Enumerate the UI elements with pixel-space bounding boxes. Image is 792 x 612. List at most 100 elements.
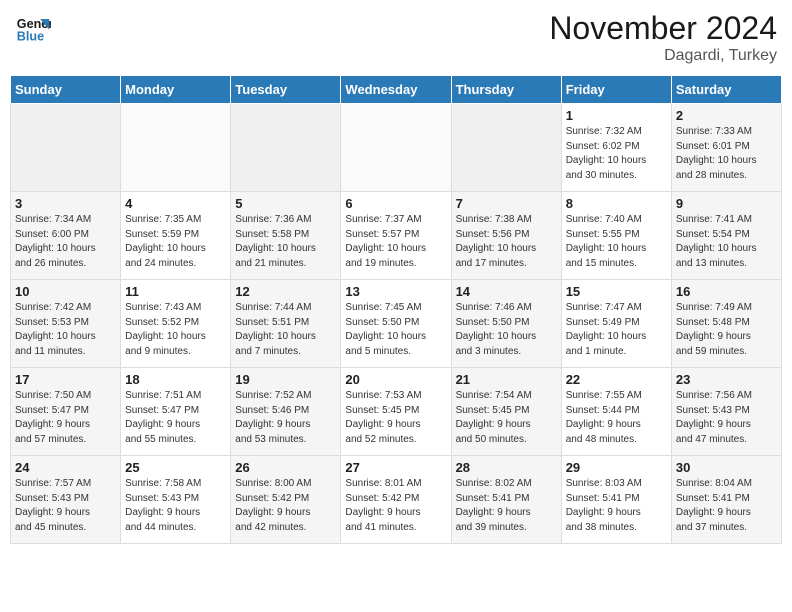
location: Dagardi, Turkey: [549, 47, 777, 65]
calendar-cell: 12 Sunrise: 7:44 AM Sunset: 5:51 PM Dayli…: [231, 280, 341, 368]
day-number: 10: [15, 284, 116, 299]
day-info: Sunrise: 7:40 AM Sunset: 5:55 PM Dayligh…: [566, 214, 647, 269]
day-info: Sunrise: 7:46 AM Sunset: 5:50 PM Dayligh…: [456, 302, 537, 357]
calendar-cell: 11 Sunrise: 7:43 AM Sunset: 5:52 PM Dayli…: [121, 280, 231, 368]
calendar-cell: [341, 104, 451, 192]
day-info: Sunrise: 7:58 AM Sunset: 5:43 PM Dayligh…: [125, 478, 201, 533]
week-row-1: 1 Sunrise: 7:32 AM Sunset: 6:02 PM Daylig…: [11, 104, 782, 192]
day-number: 1: [566, 108, 667, 123]
day-info: Sunrise: 7:41 AM Sunset: 5:54 PM Dayligh…: [676, 214, 757, 269]
calendar-cell: 20Sunrise: 7:53 AM Sunset: 5:45 PM Dayli…: [341, 368, 451, 456]
day-info: Sunrise: 7:44 AM Sunset: 5:51 PM Dayligh…: [235, 302, 316, 357]
calendar-cell: 26Sunrise: 8:00 AM Sunset: 5:42 PM Dayli…: [231, 456, 341, 544]
day-number: 6: [345, 196, 446, 211]
weekday-header-thursday: Thursday: [451, 76, 561, 104]
svg-text:Blue: Blue: [17, 30, 44, 44]
day-info: Sunrise: 7:56 AM Sunset: 5:43 PM Dayligh…: [676, 390, 752, 445]
day-info: Sunrise: 7:42 AM Sunset: 5:53 PM Dayligh…: [15, 302, 96, 357]
day-info: Sunrise: 7:49 AM Sunset: 5:48 PM Dayligh…: [676, 302, 752, 357]
week-row-5: 24Sunrise: 7:57 AM Sunset: 5:43 PM Dayli…: [11, 456, 782, 544]
day-number: 4: [125, 196, 226, 211]
day-info: Sunrise: 7:43 AM Sunset: 5:52 PM Dayligh…: [125, 302, 206, 357]
day-number: 25: [125, 460, 226, 475]
page-header: General Blue November 2024 Dagardi, Turk…: [10, 10, 782, 65]
day-info: Sunrise: 7:47 AM Sunset: 5:49 PM Dayligh…: [566, 302, 647, 357]
calendar-cell: 28 Sunrise: 8:02 AM Sunset: 5:41 PM Dayli…: [451, 456, 561, 544]
weekday-header-sunday: Sunday: [11, 76, 121, 104]
day-number: 8: [566, 196, 667, 211]
calendar-cell: [231, 104, 341, 192]
calendar-cell: 25 Sunrise: 7:58 AM Sunset: 5:43 PM Dayli…: [121, 456, 231, 544]
calendar-cell: 15 Sunrise: 7:47 AM Sunset: 5:49 PM Dayli…: [561, 280, 671, 368]
day-number: 9: [676, 196, 777, 211]
day-number: 17: [15, 372, 116, 387]
calendar-cell: 18Sunrise: 7:51 AM Sunset: 5:47 PM Dayli…: [121, 368, 231, 456]
day-number: 7: [456, 196, 557, 211]
calendar-cell: 22Sunrise: 7:55 AM Sunset: 5:44 PM Dayli…: [561, 368, 671, 456]
calendar-cell: 27Sunrise: 8:01 AM Sunset: 5:42 PM Dayli…: [341, 456, 451, 544]
weekday-header-wednesday: Wednesday: [341, 76, 451, 104]
day-number: 14: [456, 284, 557, 299]
day-number: 13: [345, 284, 446, 299]
calendar-cell: 14 Sunrise: 7:46 AM Sunset: 5:50 PM Dayli…: [451, 280, 561, 368]
day-info: Sunrise: 7:45 AM Sunset: 5:50 PM Dayligh…: [345, 302, 426, 357]
weekday-header-monday: Monday: [121, 76, 231, 104]
day-info: Sunrise: 8:02 AM Sunset: 5:41 PM Dayligh…: [456, 478, 532, 533]
calendar-cell: [451, 104, 561, 192]
day-number: 23: [676, 372, 777, 387]
calendar-cell: 23 Sunrise: 7:56 AM Sunset: 5:43 PM Dayli…: [671, 368, 781, 456]
calendar-cell: 13 Sunrise: 7:45 AM Sunset: 5:50 PM Dayli…: [341, 280, 451, 368]
calendar-cell: 1 Sunrise: 7:32 AM Sunset: 6:02 PM Daylig…: [561, 104, 671, 192]
calendar-cell: 8 Sunrise: 7:40 AM Sunset: 5:55 PM Daylig…: [561, 192, 671, 280]
day-number: 24: [15, 460, 116, 475]
calendar-cell: 7 Sunrise: 7:38 AM Sunset: 5:56 PM Daylig…: [451, 192, 561, 280]
day-number: 30: [676, 460, 777, 475]
day-number: 16: [676, 284, 777, 299]
weekday-header-friday: Friday: [561, 76, 671, 104]
day-info: Sunrise: 7:38 AM Sunset: 5:56 PM Dayligh…: [456, 214, 537, 269]
day-number: 3: [15, 196, 116, 211]
calendar-cell: 21 Sunrise: 7:54 AM Sunset: 5:45 PM Dayli…: [451, 368, 561, 456]
day-info: Sunrise: 8:03 AM Sunset: 5:41 PM Dayligh…: [566, 478, 642, 533]
day-info: Sunrise: 8:00 AM Sunset: 5:42 PM Dayligh…: [235, 478, 311, 533]
weekday-header-row: SundayMondayTuesdayWednesdayThursdayFrid…: [11, 76, 782, 104]
day-number: 27: [345, 460, 446, 475]
day-info: Sunrise: 7:55 AM Sunset: 5:44 PM Dayligh…: [566, 390, 642, 445]
calendar-cell: 9 Sunrise: 7:41 AM Sunset: 5:54 PM Daylig…: [671, 192, 781, 280]
calendar-cell: 19Sunrise: 7:52 AM Sunset: 5:46 PM Dayli…: [231, 368, 341, 456]
title-section: November 2024 Dagardi, Turkey: [549, 10, 777, 65]
day-info: Sunrise: 7:54 AM Sunset: 5:45 PM Dayligh…: [456, 390, 532, 445]
day-info: Sunrise: 7:35 AM Sunset: 5:59 PM Dayligh…: [125, 214, 206, 269]
logo-icon: General Blue: [15, 10, 51, 46]
calendar-cell: 4 Sunrise: 7:35 AM Sunset: 5:59 PM Daylig…: [121, 192, 231, 280]
calendar-cell: 24Sunrise: 7:57 AM Sunset: 5:43 PM Dayli…: [11, 456, 121, 544]
day-number: 29: [566, 460, 667, 475]
day-number: 28: [456, 460, 557, 475]
calendar-cell: 6Sunrise: 7:37 AM Sunset: 5:57 PM Daylig…: [341, 192, 451, 280]
day-info: Sunrise: 7:50 AM Sunset: 5:47 PM Dayligh…: [15, 390, 91, 445]
calendar-cell: 10 Sunrise: 7:42 AM Sunset: 5:53 PM Dayli…: [11, 280, 121, 368]
day-number: 20: [345, 372, 446, 387]
day-info: Sunrise: 7:33 AM Sunset: 6:01 PM Dayligh…: [676, 126, 757, 181]
week-row-2: 3 Sunrise: 7:34 AM Sunset: 6:00 PM Daylig…: [11, 192, 782, 280]
calendar-cell: 29 Sunrise: 8:03 AM Sunset: 5:41 PM Dayli…: [561, 456, 671, 544]
week-row-4: 17 Sunrise: 7:50 AM Sunset: 5:47 PM Dayli…: [11, 368, 782, 456]
day-number: 5: [235, 196, 336, 211]
calendar-table: SundayMondayTuesdayWednesdayThursdayFrid…: [10, 75, 782, 544]
day-info: Sunrise: 7:32 AM Sunset: 6:02 PM Dayligh…: [566, 126, 647, 181]
month-title: November 2024: [549, 10, 777, 47]
day-number: 21: [456, 372, 557, 387]
day-info: Sunrise: 7:36 AM Sunset: 5:58 PM Dayligh…: [235, 214, 316, 269]
day-number: 2: [676, 108, 777, 123]
weekday-header-saturday: Saturday: [671, 76, 781, 104]
day-info: Sunrise: 7:51 AM Sunset: 5:47 PM Dayligh…: [125, 390, 201, 445]
day-number: 15: [566, 284, 667, 299]
day-number: 11: [125, 284, 226, 299]
day-number: 12: [235, 284, 336, 299]
day-info: Sunrise: 7:34 AM Sunset: 6:00 PM Dayligh…: [15, 214, 96, 269]
weekday-header-tuesday: Tuesday: [231, 76, 341, 104]
calendar-cell: [121, 104, 231, 192]
day-info: Sunrise: 8:04 AM Sunset: 5:41 PM Dayligh…: [676, 478, 752, 533]
calendar-cell: 5 Sunrise: 7:36 AM Sunset: 5:58 PM Daylig…: [231, 192, 341, 280]
calendar-cell: 17 Sunrise: 7:50 AM Sunset: 5:47 PM Dayli…: [11, 368, 121, 456]
